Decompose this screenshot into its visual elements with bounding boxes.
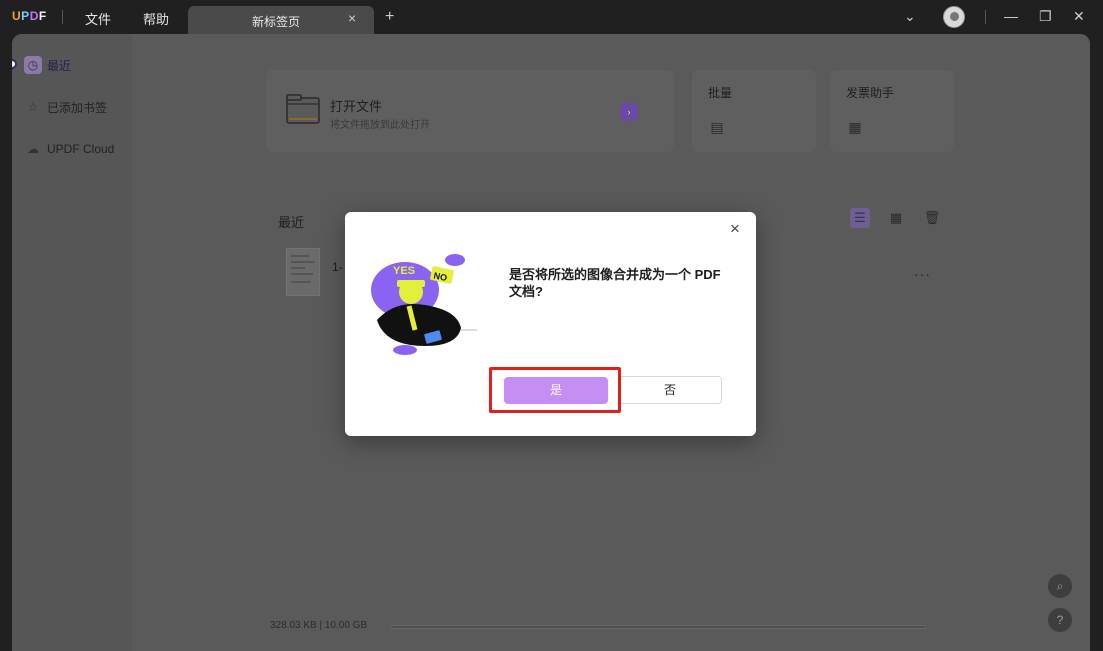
menu-help[interactable]: 帮助 bbox=[143, 9, 169, 28]
open-file-card[interactable]: 打开文件 将文件拖放到此处打开 › bbox=[266, 70, 674, 152]
tab-new[interactable]: 新标签页 × bbox=[188, 6, 374, 34]
titlebar-divider bbox=[985, 10, 986, 24]
sidebar-item-cloud[interactable]: ☁ UPDF Cloud bbox=[24, 138, 124, 160]
batch-title: 批量 bbox=[708, 86, 733, 100]
titlebar-divider bbox=[62, 10, 63, 24]
illus-yes-text: YES bbox=[393, 265, 415, 277]
storage-progress-bar bbox=[390, 625, 926, 629]
dialog-close-icon[interactable]: × bbox=[730, 219, 740, 239]
search-icon[interactable]: ⌕ bbox=[1048, 574, 1072, 598]
close-icon[interactable]: ✕ bbox=[1073, 8, 1085, 25]
storage-usage: 328.03 KB | 10.00 GB bbox=[270, 620, 368, 631]
sidebar-item-label: UPDF Cloud bbox=[47, 142, 115, 156]
batch-icon: ▤ bbox=[710, 119, 724, 135]
open-file-title: 打开文件 bbox=[330, 99, 383, 114]
minimize-icon[interactable]: — bbox=[1004, 8, 1018, 24]
updf-logo: UPDF bbox=[12, 9, 47, 23]
recent-heading: 最近 bbox=[278, 215, 305, 230]
help-icon[interactable]: ? bbox=[1048, 608, 1072, 632]
chevron-down-icon[interactable]: ⌄ bbox=[904, 8, 916, 25]
title-bar: UPDF 文件 帮助 新标签页 × + ⌄ — ❐ ✕ bbox=[0, 0, 1103, 34]
highlight-box bbox=[489, 367, 621, 413]
more-options-icon[interactable]: ··· bbox=[914, 266, 931, 282]
open-file-arrow-icon[interactable]: › bbox=[620, 103, 638, 121]
cloud-icon: ☁ bbox=[27, 142, 39, 156]
file-name: 1- bbox=[332, 260, 343, 274]
sidebar-item-label: 已添加书签 bbox=[47, 100, 108, 115]
trash-icon[interactable]: 🗑 bbox=[922, 208, 942, 228]
file-thumbnail bbox=[286, 248, 320, 296]
tab-label: 新标签页 bbox=[252, 15, 301, 29]
sidebar-item-bookmarks[interactable]: ☆ 已添加书签 bbox=[24, 96, 124, 118]
sidebar-indicator bbox=[12, 59, 17, 69]
list-view-icon[interactable]: ☰ bbox=[850, 208, 870, 228]
restore-icon[interactable]: ❐ bbox=[1039, 8, 1052, 25]
invoice-title: 发票助手 bbox=[846, 86, 895, 100]
invoice-card[interactable]: 发票助手 ▦ bbox=[830, 70, 954, 152]
menu-file[interactable]: 文件 bbox=[85, 9, 111, 28]
tab-close-icon[interactable]: × bbox=[348, 10, 356, 26]
invoice-icon: ▦ bbox=[848, 119, 862, 135]
grid-view-icon[interactable]: ▦ bbox=[886, 208, 906, 228]
avatar[interactable] bbox=[943, 6, 965, 28]
star-icon: ☆ bbox=[27, 100, 39, 114]
open-file-subtitle: 将文件拖放到此处打开 bbox=[330, 120, 430, 131]
sidebar-item-recent[interactable]: ◷ 最近 bbox=[24, 54, 124, 76]
add-tab-icon[interactable]: + bbox=[385, 8, 394, 26]
clock-icon: ◷ bbox=[24, 56, 42, 74]
sidebar: ◷ 最近 ☆ 已添加书签 ☁ UPDF Cloud bbox=[12, 34, 132, 651]
batch-card[interactable]: 批量 ▤ bbox=[692, 70, 816, 152]
yes-no-illustration: YES NO bbox=[371, 254, 477, 355]
folder-icon bbox=[286, 94, 320, 124]
no-button[interactable]: 否 bbox=[618, 376, 722, 404]
dialog-message: 是否将所选的图像合并成为一个 PDF 文档? bbox=[509, 267, 721, 299]
sidebar-item-label: 最近 bbox=[47, 58, 72, 73]
